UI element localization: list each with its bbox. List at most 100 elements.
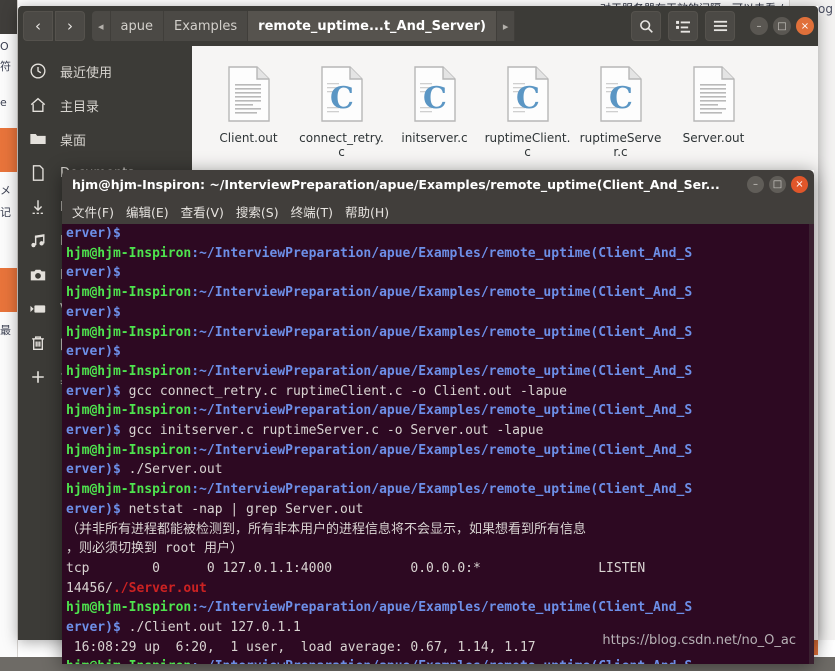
terminal-command: gcc initserver.c ruptimeServer.c -o Serv…	[120, 423, 544, 439]
terminal-line: erver)$ ./Server.out	[66, 460, 812, 480]
terminal-titlebar[interactable]: hjm@hjm-Inspiron: ~/InterviewPreparation…	[62, 170, 814, 198]
breadcrumb-prev-arrow-icon[interactable]: ◂	[92, 11, 111, 41]
navigation-button-group: ‹ ›	[22, 11, 86, 41]
file-manager-close-button[interactable]: ×	[796, 17, 814, 35]
file-item-initserver-c[interactable]: C initserver.c	[388, 62, 481, 163]
terminal-command: netstat -nap | grep Server.out	[120, 501, 364, 517]
prompt-user: hjm@hjm-Inspiron	[66, 600, 192, 616]
c-source-file-icon: C	[412, 66, 458, 126]
file-item-connect-retry-c[interactable]: C connect_retry.c	[295, 62, 388, 163]
file-item-server-out[interactable]: Server.out	[667, 62, 760, 163]
list-view-icon[interactable]	[668, 11, 698, 41]
sidebar-item-label: 最近使用	[60, 65, 113, 81]
hamburger-menu-icon[interactable]	[705, 11, 735, 41]
prompt-tail: erver)$	[66, 423, 121, 439]
file-item-label: ruptimeClient.c	[484, 131, 571, 159]
sidebar-item-home[interactable]: 主目录	[18, 88, 192, 122]
prompt-tail: erver)$	[66, 226, 121, 241]
file-manager-maximize-button[interactable]: □	[773, 17, 791, 35]
terminal-window: hjm@hjm-Inspiron: ~/InterviewPreparation…	[62, 170, 814, 664]
forward-button[interactable]: ›	[55, 11, 85, 41]
prompt-path: :~/InterviewPreparation/apue/Examples/re…	[191, 285, 693, 301]
terminal-scrollbar[interactable]	[809, 224, 814, 664]
prompt-user: hjm@hjm-Inspiron	[66, 482, 192, 498]
terminal-command: gcc connect_retry.c ruptimeClient.c -o C…	[120, 383, 567, 399]
background-left-fragment-4: 记	[0, 206, 11, 219]
icon-grid: Client.out C connect_retry.c C initserve…	[202, 62, 808, 163]
menu-item-file[interactable]: 文件(F)	[72, 202, 114, 221]
menu-item-view[interactable]: 查看(V)	[181, 202, 224, 221]
c-source-file-icon: C	[319, 66, 365, 126]
terminal-text: （并非所有进程都能被检测到，所有非本用户的进程信息将不会显示，如果想看到所有信息	[66, 521, 587, 537]
header-right-controls: – □ ×	[630, 11, 814, 41]
breadcrumb-item-apue[interactable]: apue	[110, 11, 164, 41]
breadcrumb: ◂ apue Examples remote_uptime...t_And_Se…	[92, 11, 630, 41]
terminal-line: erver)$ gcc connect_retry.c ruptimeClien…	[66, 382, 812, 402]
sidebar-item-desktop[interactable]: 桌面	[18, 122, 192, 156]
terminal-menubar: 文件(F) 编辑(E) 查看(V) 搜索(S) 终端(T) 帮助(H)	[62, 198, 814, 224]
terminal-line: hjm@hjm-Inspiron:~/InterviewPreparation/…	[66, 657, 812, 664]
file-item-label: ruptimeServer.c	[579, 131, 662, 159]
terminal-title: hjm@hjm-Inspiron: ~/InterviewPreparation…	[72, 176, 720, 192]
breadcrumb-item-current[interactable]: remote_uptime...t_And_Server)	[248, 11, 497, 41]
file-item-label: Server.out	[682, 131, 745, 145]
terminal-minimize-button[interactable]: –	[747, 175, 764, 193]
prompt-tail: erver)$	[66, 265, 121, 281]
terminal-line: 16:08:29 up 6:20, 1 user, load average: …	[66, 638, 812, 658]
plus-icon	[28, 367, 48, 387]
background-left-titlebar	[0, 0, 17, 34]
prompt-user: hjm@hjm-Inspiron	[66, 324, 192, 340]
menu-item-help[interactable]: 帮助(H)	[345, 202, 389, 221]
search-icon[interactable]	[631, 11, 661, 41]
file-item-label: Client.out	[219, 131, 278, 145]
terminal-line: hjm@hjm-Inspiron:~/InterviewPreparation/…	[66, 480, 812, 500]
background-left-accent-1	[0, 128, 17, 172]
file-manager-header: ‹ › ◂ apue Examples remote_uptime...t_An…	[18, 6, 818, 46]
background-left-fragment-1: 符	[0, 60, 11, 73]
folder-icon	[28, 129, 48, 149]
prompt-path: :~/InterviewPreparation/apue/Examples/re…	[191, 403, 693, 419]
terminal-screen[interactable]: erver)$ hjm@hjm-Inspiron:~/InterviewPrepa…	[62, 224, 814, 664]
terminal-line: hjm@hjm-Inspiron:~/InterviewPreparation/…	[66, 598, 812, 618]
prompt-path: :~/InterviewPreparation/apue/Examples/re…	[191, 245, 693, 261]
download-icon	[28, 197, 48, 217]
prompt-tail: erver)$	[66, 620, 121, 636]
terminal-close-button[interactable]: ×	[791, 175, 808, 193]
terminal-window-controls: – □ ×	[747, 175, 808, 193]
terminal-command: ./Server.out	[120, 462, 223, 478]
background-window-left: O 符 e メ 记 最	[0, 0, 18, 671]
c-source-file-icon: C	[505, 66, 551, 126]
terminal-line: erver)$ ./Client.out 127.0.1.1	[66, 618, 812, 638]
prompt-path: :~/InterviewPreparation/apue/Examples/re…	[191, 600, 693, 616]
menu-item-edit[interactable]: 编辑(E)	[126, 202, 169, 221]
file-item-client-out[interactable]: Client.out	[202, 62, 295, 163]
prompt-tail: erver)$	[66, 344, 121, 360]
svg-text:C: C	[516, 81, 540, 116]
c-source-file-icon: C	[598, 66, 644, 126]
file-manager-minimize-button[interactable]: –	[750, 17, 768, 35]
terminal-text: ，则必须切换到 root 用户）	[66, 541, 243, 557]
back-button[interactable]: ‹	[23, 11, 53, 41]
terminal-line: erver)$	[66, 263, 812, 283]
video-icon	[28, 299, 48, 319]
menu-item-terminal[interactable]: 终端(T)	[291, 202, 333, 221]
sidebar-item-recent[interactable]: 最近使用	[18, 54, 192, 88]
terminal-line: hjm@hjm-Inspiron:~/InterviewPreparation/…	[66, 244, 812, 264]
screen-root: O 符 e メ 记 最 i了 kt st n 且 对于服务器在无效的间隔，可以去…	[0, 0, 835, 671]
trash-icon	[28, 333, 48, 353]
terminal-maximize-button[interactable]: □	[769, 175, 786, 193]
prompt-path: :~/InterviewPreparation/apue/Examples/re…	[191, 442, 693, 458]
terminal-line: erver)$	[66, 303, 812, 323]
breadcrumb-next-arrow-icon[interactable]: ▸	[496, 11, 516, 41]
sidebar-item-label: 桌面	[60, 133, 87, 149]
terminal-line: erver)$ netstat -nap | grep Server.out	[66, 500, 812, 520]
camera-icon	[28, 265, 48, 285]
file-item-ruptimeserver-c[interactable]: C ruptimeServer.c	[574, 62, 667, 163]
menu-item-search[interactable]: 搜索(S)	[236, 202, 279, 221]
file-item-ruptimeclient-c[interactable]: C ruptimeClient.c	[481, 62, 574, 163]
breadcrumb-item-examples[interactable]: Examples	[164, 11, 249, 41]
prompt-user: hjm@hjm-Inspiron	[66, 245, 192, 261]
terminal-command: ./Client.out 127.0.1.1	[120, 620, 301, 636]
prompt-tail: erver)$	[66, 501, 121, 517]
terminal-highlight: ./Server.out	[112, 580, 207, 596]
